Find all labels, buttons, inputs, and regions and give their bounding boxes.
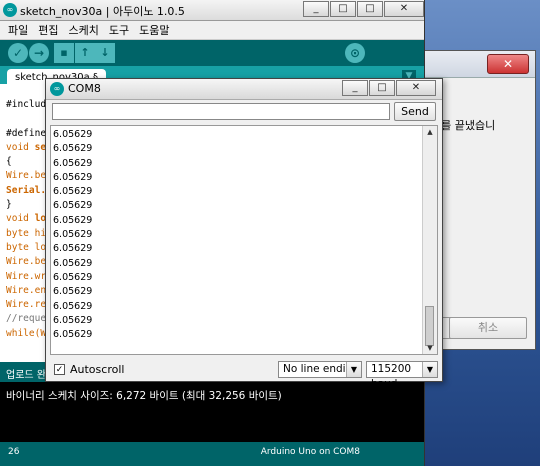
ide-titlebar: ∞ sketch_nov30a | 아두이노 1.0.5 _ □ □ ✕ — [0, 0, 424, 21]
menu-file[interactable]: 파일 — [8, 22, 28, 38]
serial-output-lines: 6.05629 6.05629 6.05629 6.05629 6.05629 6.056… — [53, 128, 92, 342]
serial-monitor-window: ∞ COM8 _ □ ✕ Send 6.05629 6.05629 6.05629 6… — [45, 78, 443, 390]
dialog-close-button[interactable]: ✕ — [487, 54, 529, 74]
open-sketch-button[interactable]: ↑ — [75, 43, 95, 63]
serial-close-button[interactable]: ✕ — [396, 80, 436, 96]
upload-button[interactable]: → — [29, 43, 49, 63]
code-token: #define — [6, 127, 47, 139]
serial-output-line: 6.05629 — [53, 243, 93, 255]
serial-output-line: 6.05629 — [53, 286, 93, 298]
serial-titlebar: ∞ COM8 _ □ ✕ — [46, 79, 442, 100]
chevron-down-icon: ▼ — [346, 362, 361, 377]
serial-output-line: 6.05629 — [53, 171, 93, 183]
menu-sketch[interactable]: 스케치 — [69, 22, 99, 38]
menu-tools[interactable]: 도구 — [109, 22, 129, 38]
verify-button[interactable]: ✓ — [8, 43, 28, 63]
serial-window-title: COM8 — [68, 82, 101, 95]
board-info: Arduino Uno on COM8 — [260, 447, 360, 457]
line-number: 26 — [8, 447, 20, 457]
serial-maximize-button[interactable]: □ — [369, 80, 395, 96]
chevron-down-icon: ▼ — [422, 362, 437, 377]
console-output: 바이너리 스케치 사이즈: 6,272 바이트 (최대 32,256 바이트) — [0, 382, 424, 442]
scroll-up-arrow-icon[interactable]: ▲ — [423, 126, 437, 138]
ide-window-controls: _ □ □ ✕ — [303, 1, 424, 17]
serial-monitor-button[interactable]: ⊙ — [345, 43, 365, 63]
serial-output-line: 6.05629 — [53, 271, 93, 283]
serial-output-line: 6.05629 — [53, 214, 93, 226]
menu-bar: 파일 편집 스케치 도구 도움말 — [0, 21, 424, 40]
restore-button[interactable]: □ — [357, 1, 383, 17]
code-token: void — [6, 213, 35, 225]
serial-output-line: 6.05629 — [53, 257, 93, 269]
code-token: { — [6, 156, 12, 168]
serial-output-line: 6.05629 — [53, 186, 93, 198]
close-button[interactable]: ✕ — [384, 1, 424, 17]
serial-output-line: 6.05629 — [53, 143, 93, 155]
arduino-logo-icon: ∞ — [3, 3, 17, 17]
autoscroll-checkbox[interactable]: ✓ — [54, 364, 65, 375]
serial-output-line: 6.05629 — [53, 314, 93, 326]
save-sketch-button[interactable]: ↓ — [95, 43, 115, 63]
line-ending-select[interactable]: No line ending ▼ — [278, 361, 362, 378]
baud-rate-select[interactable]: 115200 baud ▼ — [366, 361, 438, 390]
ide-window-title: sketch_nov30a | 아두이노 1.0.5 — [20, 5, 185, 18]
console-message: 바이너리 스케치 사이즈: 6,272 바이트 (최대 32,256 바이트) — [6, 390, 282, 402]
serial-output-line: 6.05629 — [53, 229, 93, 241]
code-token: void — [6, 141, 35, 153]
serial-output-line: 6.05629 — [53, 300, 93, 312]
code-token: } — [6, 199, 12, 211]
code-token: Serial. — [6, 184, 47, 196]
serial-output-line: 6.05629 — [53, 129, 93, 140]
serial-minimize-button[interactable]: _ — [342, 80, 368, 96]
ide-toolbar: ✓ → ▪ ↑ ↓ ⊙ — [0, 40, 424, 66]
new-sketch-button[interactable]: ▪ — [54, 43, 74, 63]
serial-scrollbar[interactable]: ▲ ▼ — [422, 126, 437, 354]
serial-send-input[interactable] — [52, 103, 390, 120]
serial-output-line: 6.05629 — [53, 200, 93, 212]
minimize-button[interactable]: _ — [303, 1, 329, 17]
send-button[interactable]: Send — [394, 102, 436, 121]
menu-help[interactable]: 도움말 — [139, 22, 169, 38]
serial-output-line: 6.05629 — [53, 329, 93, 341]
serial-output-line: 6.05629 — [53, 157, 93, 169]
arduino-logo-icon: ∞ — [50, 82, 64, 96]
status-message: 업로드 완 — [6, 370, 46, 381]
serial-bottom-bar: ✓ Autoscroll No line ending ▼ 115200 bau… — [46, 359, 442, 390]
menu-edit[interactable]: 편집 — [38, 22, 58, 38]
scroll-thumb[interactable] — [425, 306, 434, 346]
scroll-down-arrow-icon[interactable]: ▼ — [423, 342, 437, 354]
ide-footer: 26 Arduino Uno on COM8 — [0, 442, 424, 466]
serial-window-controls: _ □ ✕ — [342, 80, 436, 96]
autoscroll-label: Autoscroll — [70, 363, 125, 376]
serial-output: 6.05629 6.05629 6.05629 6.05629 6.05629 6.056… — [50, 125, 438, 355]
maximize-button[interactable]: □ — [330, 1, 356, 17]
dialog-cancel-button[interactable]: 취소 — [449, 317, 527, 339]
